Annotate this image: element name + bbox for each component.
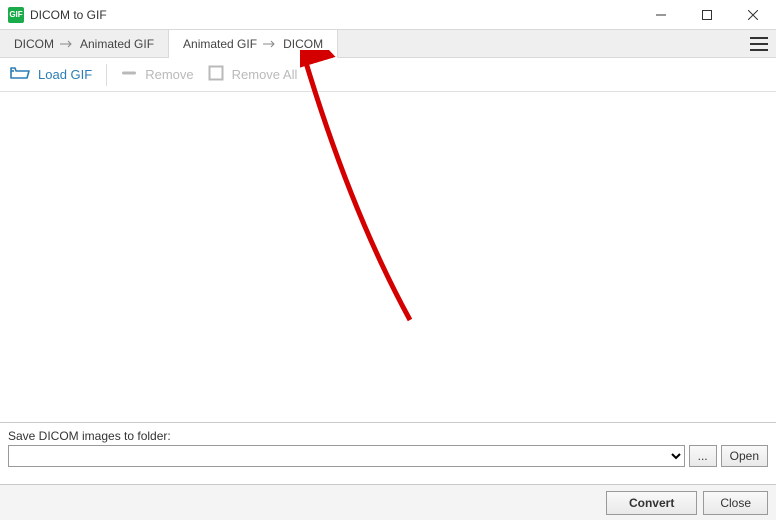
close-button[interactable] bbox=[730, 0, 776, 30]
square-icon bbox=[208, 65, 224, 84]
close-icon bbox=[748, 10, 758, 20]
remove-all-button[interactable]: Remove All bbox=[208, 65, 298, 84]
convert-label: Convert bbox=[629, 496, 674, 510]
app-icon: GIF bbox=[8, 7, 24, 23]
menu-button[interactable] bbox=[742, 30, 776, 57]
remove-label: Remove bbox=[145, 67, 193, 82]
arrow-icon bbox=[60, 37, 74, 51]
tab-label-from: DICOM bbox=[14, 37, 54, 51]
app-icon-text: GIF bbox=[9, 11, 22, 19]
minimize-button[interactable] bbox=[638, 0, 684, 30]
remove-button[interactable]: Remove bbox=[121, 65, 193, 84]
save-label: Save DICOM images to folder: bbox=[8, 429, 768, 443]
browse-button[interactable]: ... bbox=[689, 445, 717, 467]
action-bar: Convert Close bbox=[0, 484, 776, 520]
load-gif-button[interactable]: Load GIF bbox=[10, 65, 92, 84]
maximize-button[interactable] bbox=[684, 0, 730, 30]
minus-icon bbox=[121, 65, 137, 84]
open-folder-icon bbox=[10, 65, 30, 84]
convert-button[interactable]: Convert bbox=[606, 491, 697, 515]
tab-dicom-to-gif[interactable]: DICOM Animated GIF bbox=[0, 30, 169, 57]
tab-label-to: Animated GIF bbox=[80, 37, 154, 51]
save-path-combo[interactable] bbox=[8, 445, 685, 467]
open-label: Open bbox=[730, 449, 759, 463]
remove-all-label: Remove All bbox=[232, 67, 298, 82]
tab-label-to: DICOM bbox=[283, 37, 323, 51]
title-bar: GIF DICOM to GIF bbox=[0, 0, 776, 30]
hamburger-icon bbox=[750, 37, 768, 51]
arrow-icon bbox=[263, 37, 277, 51]
close-label: Close bbox=[720, 496, 751, 510]
content-area bbox=[0, 92, 776, 422]
load-gif-label: Load GIF bbox=[38, 67, 92, 82]
save-panel: Save DICOM images to folder: ... Open bbox=[0, 422, 776, 484]
browse-label: ... bbox=[698, 449, 708, 463]
toolbar: Load GIF Remove Remove All bbox=[0, 58, 776, 92]
minimize-icon bbox=[656, 10, 666, 20]
tab-label-from: Animated GIF bbox=[183, 37, 257, 51]
open-folder-button[interactable]: Open bbox=[721, 445, 768, 467]
tabs-row: DICOM Animated GIF Animated GIF DICOM bbox=[0, 30, 776, 58]
maximize-icon bbox=[702, 10, 712, 20]
tab-gif-to-dicom[interactable]: Animated GIF DICOM bbox=[169, 30, 338, 58]
close-app-button[interactable]: Close bbox=[703, 491, 768, 515]
toolbar-divider bbox=[106, 64, 107, 86]
window-title: DICOM to GIF bbox=[30, 8, 107, 22]
